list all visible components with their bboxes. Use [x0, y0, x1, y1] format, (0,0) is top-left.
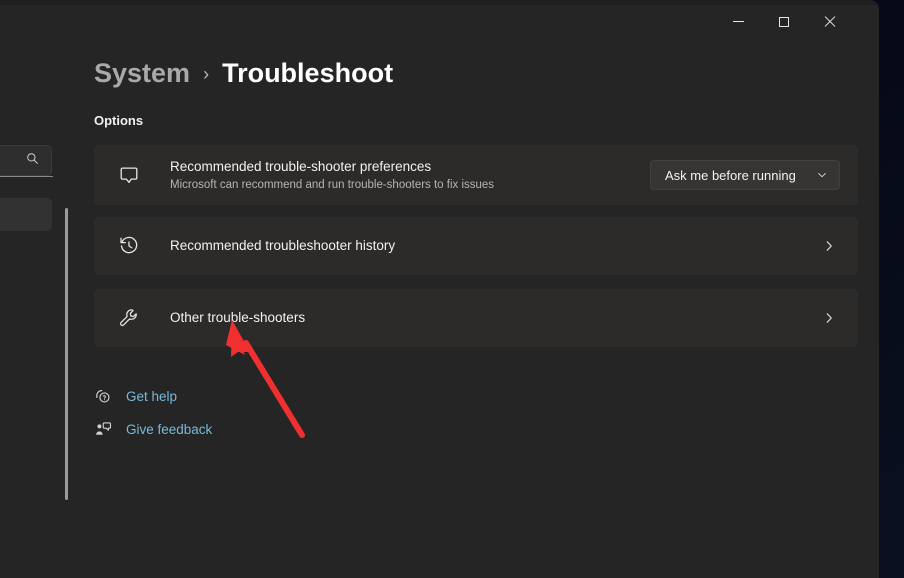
- card-title: Other trouble-shooters: [170, 309, 822, 327]
- link-get-help[interactable]: Get help: [92, 385, 177, 407]
- chevron-right-icon: [822, 239, 836, 253]
- history-clock-icon: [112, 229, 146, 263]
- feedback-bubble-icon: [112, 158, 146, 192]
- card-recommended-troubleshooter-preferences[interactable]: Recommended trouble-shooter preferences …: [94, 145, 858, 205]
- dropdown-selected-value: Ask me before running: [665, 168, 796, 183]
- page-title: Troubleshoot: [222, 58, 393, 89]
- card-other-trouble-shooters[interactable]: Other trouble-shooters: [94, 289, 858, 347]
- link-give-feedback[interactable]: Give feedback: [92, 418, 212, 440]
- chevron-down-icon: [816, 169, 828, 181]
- settings-window: System › Troubleshoot Options Recommende…: [0, 0, 879, 578]
- card-text-block: Other trouble-shooters: [170, 309, 822, 327]
- breadcrumb-parent-link[interactable]: System: [94, 58, 190, 89]
- card-subtitle: Microsoft can recommend and run trouble-…: [170, 177, 650, 193]
- chevron-right-icon: [822, 311, 836, 325]
- link-label: Get help: [126, 389, 177, 404]
- card-title: Recommended trouble-shooter preferences: [170, 158, 650, 176]
- recommended-preferences-dropdown[interactable]: Ask me before running: [650, 160, 840, 190]
- breadcrumb-separator-icon: ›: [203, 64, 209, 85]
- card-text-block: Recommended trouble-shooter preferences …: [170, 158, 650, 193]
- give-feedback-icon: [92, 418, 114, 440]
- breadcrumb: System › Troubleshoot: [94, 58, 393, 89]
- wrench-icon: [112, 301, 146, 335]
- main-content: System › Troubleshoot Options Recommende…: [0, 0, 879, 578]
- card-text-block: Recommended troubleshooter history: [170, 237, 822, 255]
- card-recommended-troubleshooter-history[interactable]: Recommended troubleshooter history: [94, 217, 858, 275]
- card-title: Recommended troubleshooter history: [170, 237, 822, 255]
- link-label: Give feedback: [126, 422, 212, 437]
- options-section-label: Options: [94, 113, 143, 128]
- get-help-icon: [92, 385, 114, 407]
